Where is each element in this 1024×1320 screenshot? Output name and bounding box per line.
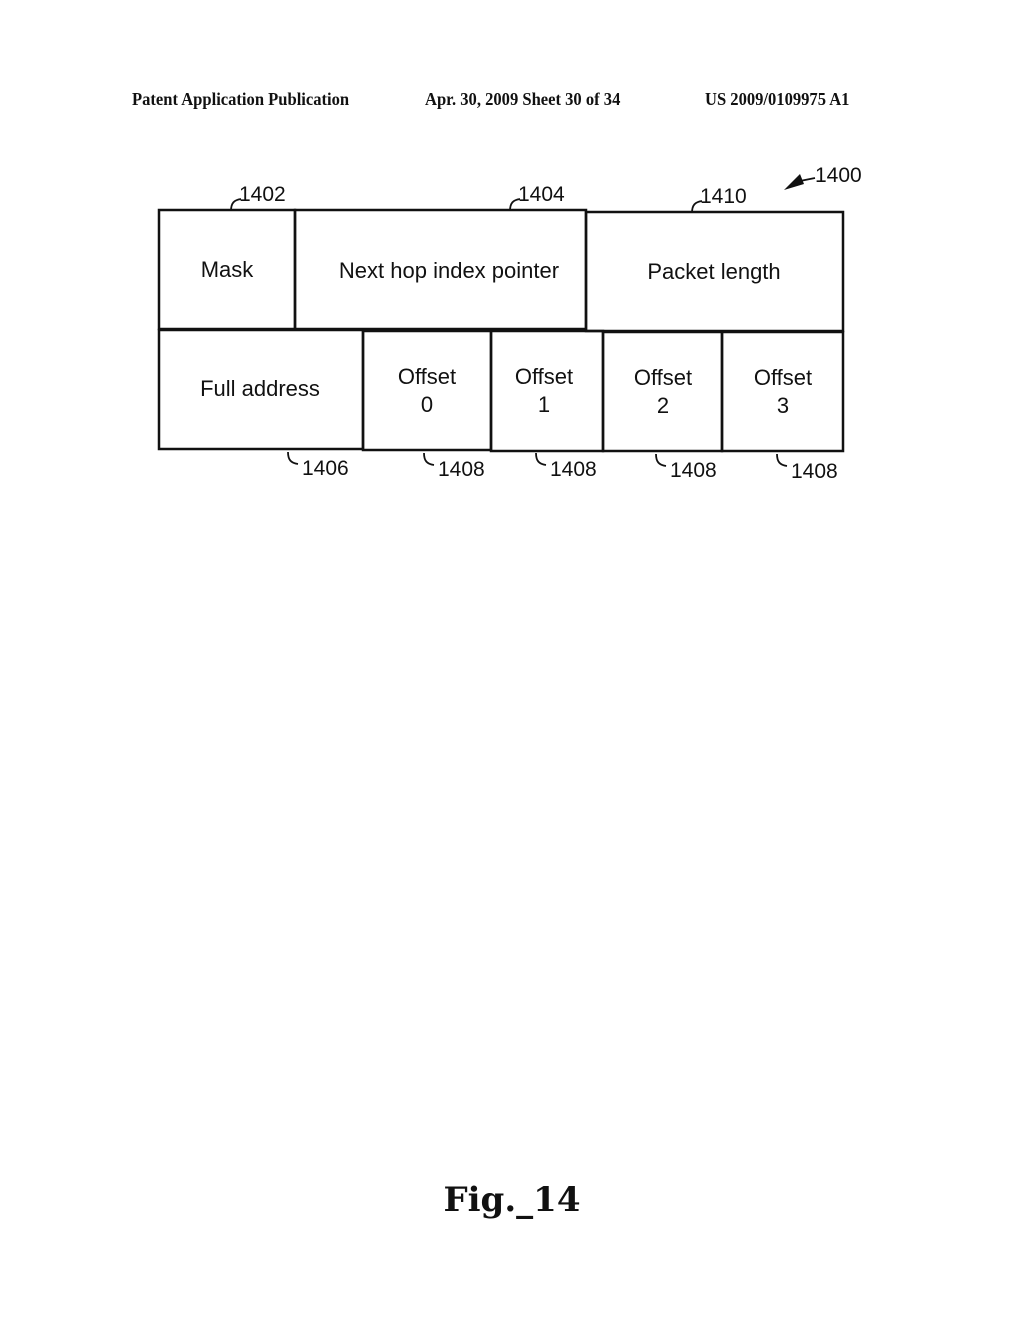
offset-3-index: 3 [777,393,789,418]
offset-1-index: 1 [538,392,550,417]
row-1: Mask Next hop index pointer Packet lengt… [157,183,845,333]
offset-2-cell [601,330,724,453]
ref-1404: 1404 [518,183,565,206]
figure-ref-label: 1400 [815,164,862,187]
offset-1-label: Offset [515,364,573,389]
ref-leader-1408-b [535,452,547,466]
offset-3-cell [720,330,845,453]
ref-1408-a: 1408 [438,458,485,481]
full-address-label: Full address [200,376,320,401]
offset-2-index: 2 [657,393,669,418]
ref-1402: 1402 [239,183,286,206]
packet-length-label: Packet length [647,259,780,284]
reference-arrow-icon [784,174,804,190]
offset-0-label: Offset [398,364,456,389]
ref-1408-d: 1408 [791,460,838,483]
ref-1408-b: 1408 [550,458,597,481]
next-hop-index-pointer-label: Next hop index pointer [339,258,559,283]
ref-1410: 1410 [700,185,747,208]
row-2: Full address Offset 0 Offset 1 Offset 2 … [157,328,845,483]
mask-label: Mask [201,257,255,282]
ref-leader-1408-c [655,453,667,467]
ref-leader-1408-a [423,452,435,466]
offset-3-label: Offset [754,365,812,390]
offset-0-index: 0 [421,392,433,417]
ref-1408-c: 1408 [670,459,717,482]
data-structure-diagram: 1400 Mask Next hop index pointer Packet … [157,164,862,483]
offset-2-label: Offset [634,365,692,390]
ref-leader-1408-d [776,453,788,467]
ref-1406: 1406 [302,457,349,480]
offset-0-cell [361,329,493,452]
figure-caption: Fig._14 [443,1180,581,1220]
figure-reference-1400: 1400 [784,164,862,190]
ref-leader-1406 [287,451,299,465]
offset-1-cell [489,329,605,453]
